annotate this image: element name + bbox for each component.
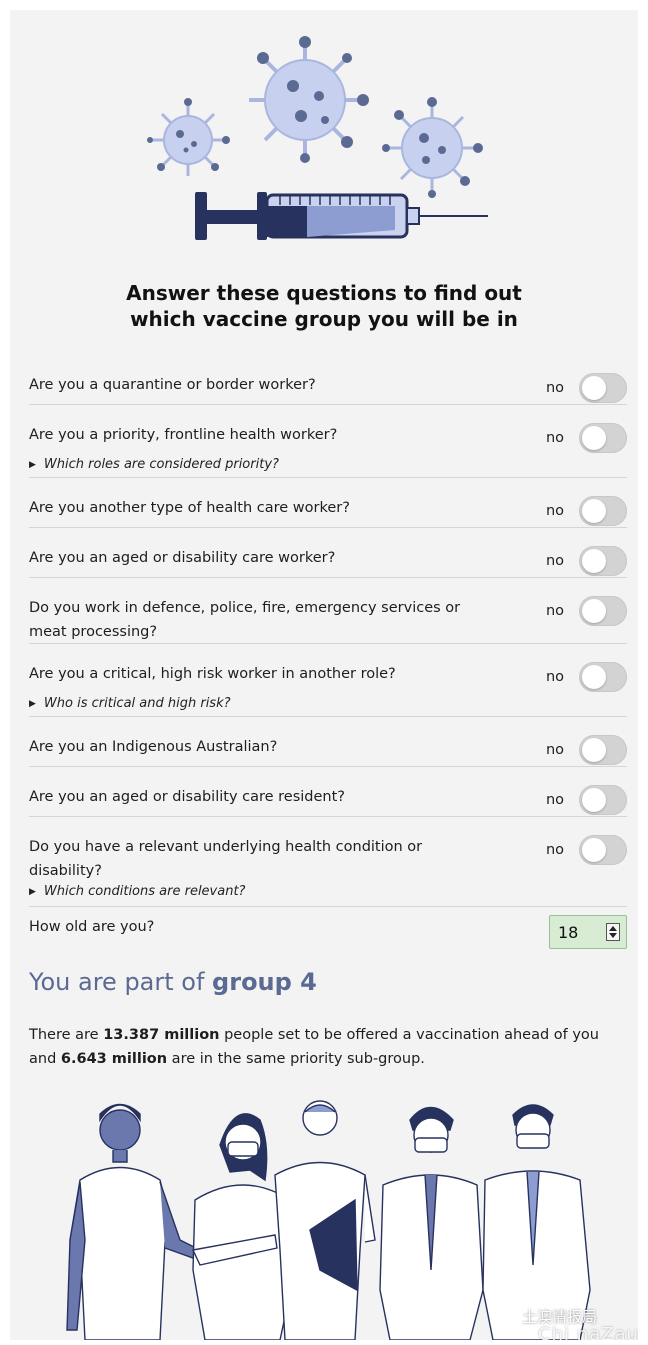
disclosure-triangle-icon: ▶: [29, 887, 36, 897]
answer-label: no: [545, 430, 564, 446]
syringe-icon: [195, 192, 488, 240]
virus-icon: [249, 36, 369, 163]
answer-label: no: [545, 603, 564, 619]
answer-label: no: [545, 742, 564, 758]
disclosure-label: Which conditions are relevant?: [43, 884, 246, 899]
question-row-age: How old are you? 18: [29, 907, 627, 959]
toggle-defence[interactable]: [579, 596, 627, 626]
person-figure: [379, 1106, 484, 1340]
disclosure-critical-high-risk[interactable]: ▶ Who is critical and high risk?: [29, 696, 231, 711]
answer-label: no: [545, 669, 564, 685]
question-text: Are you a priority, frontline health wor…: [29, 427, 338, 443]
toggle-indigenous[interactable]: [579, 735, 627, 765]
toggle-aged-care-resident[interactable]: [579, 785, 627, 815]
result-prefix: You are part of: [29, 968, 213, 996]
disclosure-label: Who is critical and high risk?: [43, 696, 231, 711]
result-heading: You are part of group 4: [29, 968, 317, 996]
toggle-knob: [582, 426, 606, 450]
page-title: Answer these questions to find out which…: [10, 280, 638, 332]
disclosure-triangle-icon: ▶: [29, 699, 36, 709]
summary-text: There are: [29, 1027, 104, 1043]
question-row-critical-worker: Are you a critical, high risk worker in …: [29, 644, 627, 717]
toggle-frontline-health[interactable]: [579, 423, 627, 453]
disclosure-relevant-conditions[interactable]: ▶ Which conditions are relevant?: [29, 884, 245, 899]
page-title-line-2: which vaccine group you will be in: [130, 307, 518, 331]
toggle-knob: [582, 738, 606, 762]
answer-label: no: [545, 553, 564, 569]
result-group: group 4: [212, 968, 317, 996]
question-row-aged-care-worker: Are you an aged or disability care worke…: [29, 528, 627, 578]
question-text: Do you have a relevant underlying health…: [29, 839, 423, 879]
people-illustration: [66, 1100, 591, 1340]
question-text: Are you another type of health care work…: [29, 500, 350, 516]
answer-label: no: [545, 380, 564, 396]
virus-icon: [147, 98, 230, 176]
toggle-knob: [582, 376, 606, 400]
question-row-aged-care-resident: Are you an aged or disability care resid…: [29, 767, 627, 817]
toggle-other-health[interactable]: [579, 496, 627, 526]
disclosure-triangle-icon: ▶: [29, 460, 36, 470]
toggle-health-condition[interactable]: [579, 835, 627, 865]
question-row-other-health: Are you another type of health care work…: [29, 478, 627, 528]
toggle-knob: [582, 549, 606, 573]
summary-text: are in the same priority sub-group.: [167, 1051, 425, 1067]
person-figure: [66, 1103, 202, 1340]
page-title-line-1: Answer these questions to find out: [126, 281, 522, 305]
toggle-knob: [582, 499, 606, 523]
toggle-knob: [582, 788, 606, 812]
people-ahead-count: 13.387 million: [103, 1027, 220, 1043]
question-text: Are you an aged or disability care worke…: [29, 550, 336, 566]
virus-icon: [382, 97, 483, 198]
question-text: Are you a critical, high risk worker in …: [29, 666, 396, 682]
number-spinner-icon[interactable]: [606, 923, 620, 941]
age-value: 18: [558, 923, 579, 942]
toggle-knob: [582, 838, 606, 862]
same-group-count: 6.643 million: [60, 1051, 168, 1067]
question-text: Are you a quarantine or border worker?: [29, 377, 316, 393]
question-row-indigenous: Are you an Indigenous Australian? no: [29, 717, 627, 767]
question-row-frontline-health: Are you a priority, frontline health wor…: [29, 405, 627, 478]
answer-label: no: [545, 792, 564, 808]
question-row-health-condition: Do you have a relevant underlying health…: [29, 817, 627, 907]
answer-label: no: [545, 503, 564, 519]
question-row-defence: Do you work in defence, police, fire, em…: [29, 578, 627, 644]
person-figure: [274, 1100, 376, 1340]
age-label: How old are you?: [29, 919, 155, 935]
disclosure-label: Which roles are considered priority?: [43, 457, 279, 472]
toggle-knob: [582, 665, 606, 689]
age-input[interactable]: 18: [549, 915, 627, 949]
disclosure-priority-roles[interactable]: ▶ Which roles are considered priority?: [29, 457, 279, 472]
toggle-critical-worker[interactable]: [579, 662, 627, 692]
watermark-label-latin: Chi naZau: [538, 1324, 638, 1340]
toggle-aged-care-worker[interactable]: [579, 546, 627, 576]
toggle-knob: [582, 599, 606, 623]
question-text: Are you an Indigenous Australian?: [29, 739, 278, 755]
answer-label: no: [545, 842, 564, 858]
question-text: Do you work in defence, police, fire, em…: [29, 600, 461, 640]
question-row-quarantine: Are you a quarantine or border worker? n…: [29, 355, 627, 405]
person-figure: [482, 1104, 591, 1340]
question-list: Are you a quarantine or border worker? n…: [29, 355, 627, 959]
question-text: Are you an aged or disability care resid…: [29, 789, 346, 805]
result-summary: There are 13.387 million people set to b…: [29, 1023, 629, 1071]
vaccine-syringe-illustration: [147, 36, 488, 240]
toggle-quarantine[interactable]: [579, 373, 627, 403]
vaccine-quiz-card: Answer these questions to find out which…: [10, 10, 638, 1340]
